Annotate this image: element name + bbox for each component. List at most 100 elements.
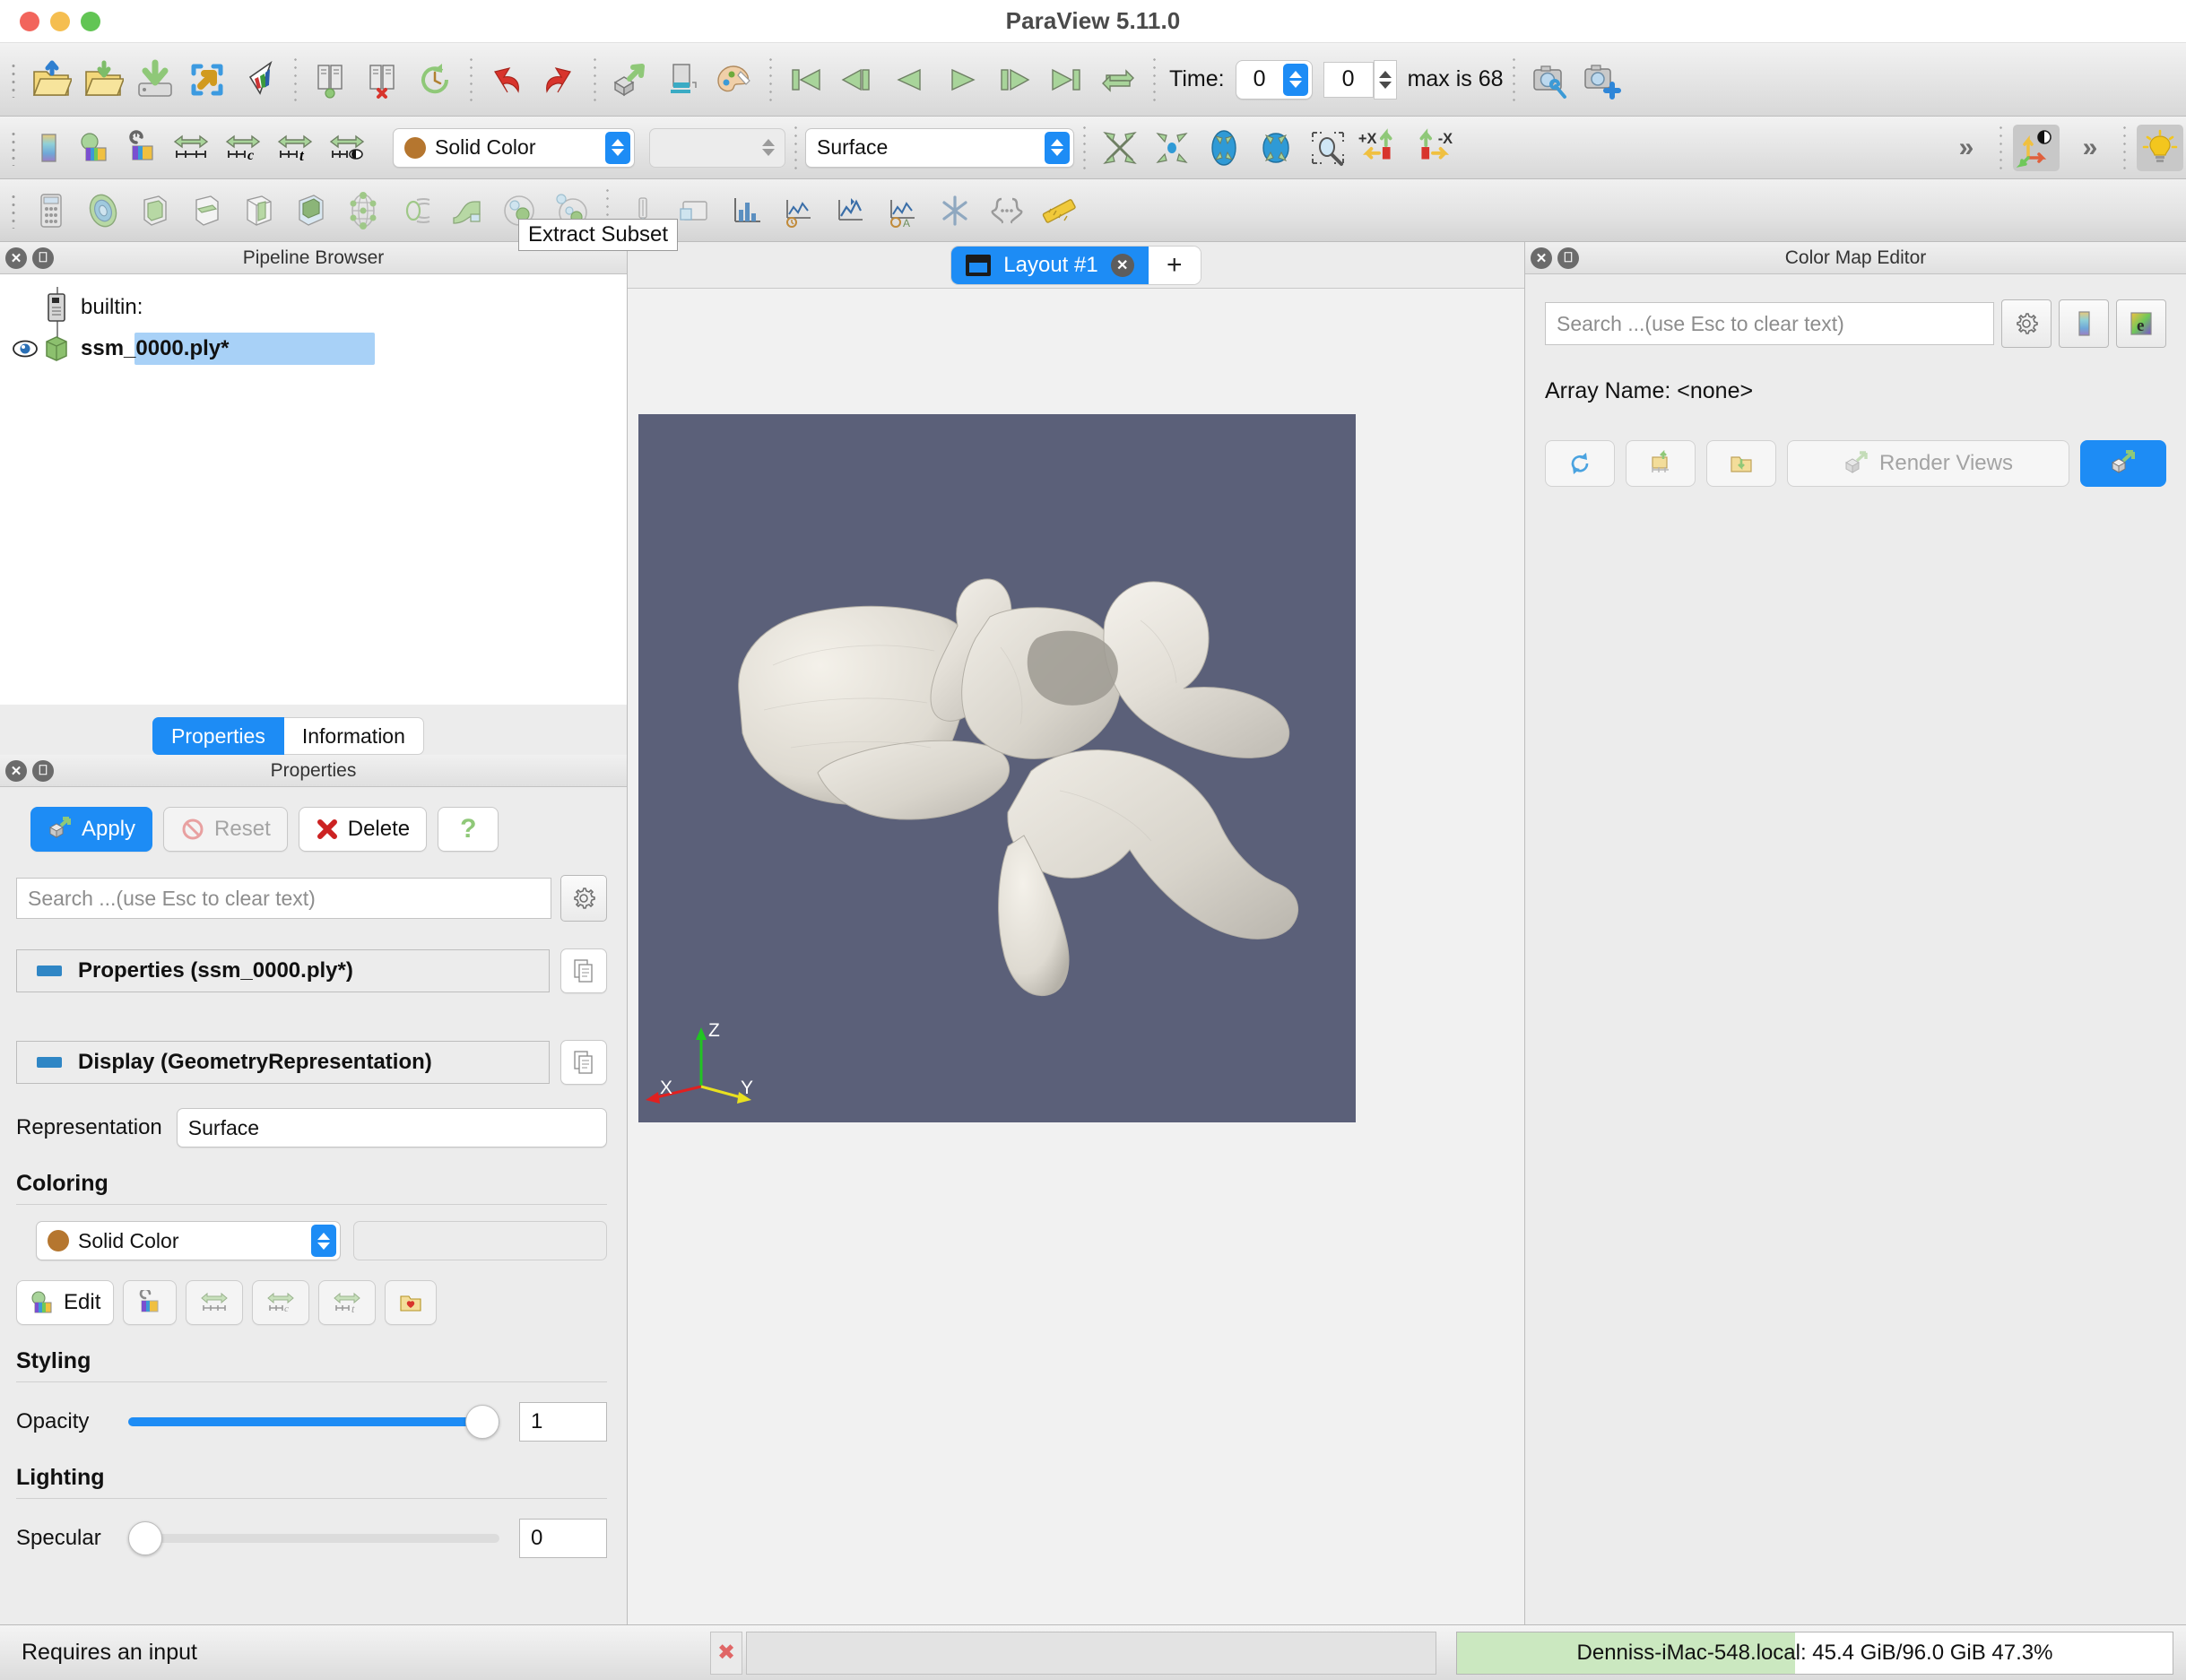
pipeline-float-icon[interactable]: ⎕: [32, 247, 54, 269]
properties-section-header[interactable]: Properties (ssm_0000.ply*): [16, 949, 550, 992]
coloring-component-field[interactable]: [353, 1221, 607, 1260]
play-reverse-icon[interactable]: [887, 56, 933, 103]
copy-properties-icon[interactable]: [560, 948, 607, 993]
pipeline-item-ssm[interactable]: ssm_0000.ply*: [0, 328, 627, 369]
threshold-icon[interactable]: [236, 187, 282, 234]
calculator-icon[interactable]: [28, 187, 74, 234]
component-combo[interactable]: [649, 127, 785, 168]
copy-display-icon[interactable]: [560, 1040, 607, 1085]
show-orientation-axes-icon[interactable]: [2013, 124, 2060, 171]
reset-button[interactable]: Reset: [163, 807, 288, 852]
save-preset-button[interactable]: [1626, 440, 1696, 487]
representation-field[interactable]: Surface: [176, 1108, 607, 1147]
connect-server-icon[interactable]: [308, 56, 354, 103]
collapse-icon[interactable]: [37, 966, 62, 976]
opacity-value[interactable]: 1: [519, 1402, 607, 1442]
layout-tab-1[interactable]: Layout #1 ✕: [951, 246, 1149, 284]
rescale-to-data-range-icon[interactable]: [168, 125, 214, 171]
set-view-plus-x-icon[interactable]: +X: [1357, 125, 1403, 171]
next-frame-icon[interactable]: [991, 56, 1037, 103]
zoom-to-box-icon[interactable]: [1253, 125, 1299, 171]
properties-search-input[interactable]: Search ...(use Esc to clear text): [16, 878, 551, 919]
rescale-data-range-icon[interactable]: [186, 1280, 244, 1325]
temporal-statistics-icon[interactable]: A: [880, 187, 926, 234]
toolbar-grip[interactable]: [7, 128, 20, 168]
plot-selection-over-time-icon[interactable]: [776, 187, 822, 234]
open-file-icon[interactable]: [28, 56, 74, 103]
histogram-icon[interactable]: [724, 187, 770, 234]
zoom-closest-icon[interactable]: [1149, 125, 1195, 171]
slice-icon[interactable]: [184, 187, 230, 234]
load-preset-button[interactable]: [1706, 440, 1776, 487]
programmable-filter-icon[interactable]: [984, 187, 1030, 234]
recent-files-icon[interactable]: [80, 56, 126, 103]
glyph-icon[interactable]: [340, 187, 386, 234]
loop-icon[interactable]: [1095, 56, 1141, 103]
play-icon[interactable]: [939, 56, 985, 103]
interactive-select-icon[interactable]: [659, 56, 706, 103]
contour-icon[interactable]: [80, 187, 126, 234]
abort-button[interactable]: ✖: [710, 1631, 742, 1675]
time-value-spinner[interactable]: 0: [1235, 59, 1313, 100]
edit-color-button[interactable]: Edit: [16, 1280, 115, 1325]
coloring-field-stepper[interactable]: [311, 1225, 336, 1257]
coloring-field[interactable]: Solid Color: [36, 1221, 341, 1260]
warp-by-vector-icon[interactable]: [444, 187, 490, 234]
reset-camera-icon[interactable]: [1097, 125, 1143, 171]
time-stepper[interactable]: [1282, 63, 1308, 96]
specular-value[interactable]: 0: [519, 1519, 607, 1558]
toolbar-grip[interactable]: [7, 60, 20, 100]
plot-data-over-time-icon[interactable]: [828, 187, 874, 234]
render-view[interactable]: Z X Y: [638, 414, 1356, 1122]
component-combo-stepper[interactable]: [756, 132, 781, 164]
pipeline-close-icon[interactable]: ✕: [5, 247, 27, 269]
apply-colormap-button[interactable]: [2080, 440, 2166, 487]
toolbar-grip[interactable]: [7, 191, 20, 230]
pipeline-browser-body[interactable]: builtin: ssm_0000.ply*: [0, 274, 627, 705]
more-options-icon[interactable]: »: [1941, 125, 1988, 171]
adjust-camera-icon[interactable]: [1526, 56, 1573, 103]
redo-icon[interactable]: [535, 56, 582, 103]
display-section-header[interactable]: Display (GeometryRepresentation): [16, 1041, 550, 1084]
rotate-camera-icon[interactable]: [1201, 125, 1247, 171]
disconnect-server-icon[interactable]: [360, 56, 406, 103]
coloring-array-combo[interactable]: Solid Color: [393, 127, 635, 168]
close-layout-icon[interactable]: ✕: [1110, 253, 1134, 277]
collapse-icon[interactable]: [37, 1057, 62, 1068]
camera-undo-icon[interactable]: [607, 56, 654, 103]
colormap-float-icon[interactable]: ⎕: [1557, 247, 1579, 269]
add-camera-icon[interactable]: [1578, 56, 1625, 103]
rescale-custom-icon[interactable]: c: [252, 1280, 310, 1325]
rescale-custom-range-icon[interactable]: c: [220, 125, 266, 171]
color-legend-icon[interactable]: [2059, 299, 2109, 348]
gear-icon[interactable]: [2001, 299, 2052, 348]
representation-combo[interactable]: Surface: [805, 127, 1074, 168]
edit-color-icon[interactable]: e: [2116, 299, 2166, 348]
more-options-2-icon[interactable]: »: [2065, 125, 2112, 171]
edit-color-map-icon[interactable]: [74, 125, 116, 171]
colormap-close-icon[interactable]: ✕: [1531, 247, 1552, 269]
frame-index-field[interactable]: 0: [1323, 61, 1374, 98]
visibility-eye-icon[interactable]: [9, 339, 41, 359]
rescale-visible-range-icon[interactable]: [324, 125, 370, 171]
ruler-icon[interactable]: [1036, 187, 1082, 234]
opacity-slider[interactable]: [128, 1404, 499, 1440]
gear-icon[interactable]: [560, 875, 607, 922]
load-state-icon[interactable]: [184, 56, 230, 103]
save-data-icon[interactable]: [132, 56, 178, 103]
apply-button[interactable]: Apply: [30, 807, 153, 852]
colormap-search-input[interactable]: Search ...(use Esc to clear text): [1545, 302, 1994, 345]
tab-properties[interactable]: Properties: [152, 717, 284, 755]
delete-button[interactable]: Delete: [298, 807, 428, 852]
rescale-time-icon[interactable]: t: [318, 1280, 377, 1325]
rescale-over-time-icon[interactable]: t: [272, 125, 318, 171]
choose-preset-icon[interactable]: [385, 1280, 438, 1325]
render-views-button[interactable]: Render Views: [1787, 440, 2069, 487]
save-screenshot-icon[interactable]: [236, 56, 282, 103]
representation-combo-stepper[interactable]: [1045, 131, 1070, 164]
coloring-combo-stepper[interactable]: [605, 131, 630, 164]
extract-subset-icon[interactable]: [288, 187, 334, 234]
specular-slider[interactable]: [128, 1520, 499, 1556]
reset-session-icon[interactable]: [412, 56, 458, 103]
last-frame-icon[interactable]: [1043, 56, 1089, 103]
